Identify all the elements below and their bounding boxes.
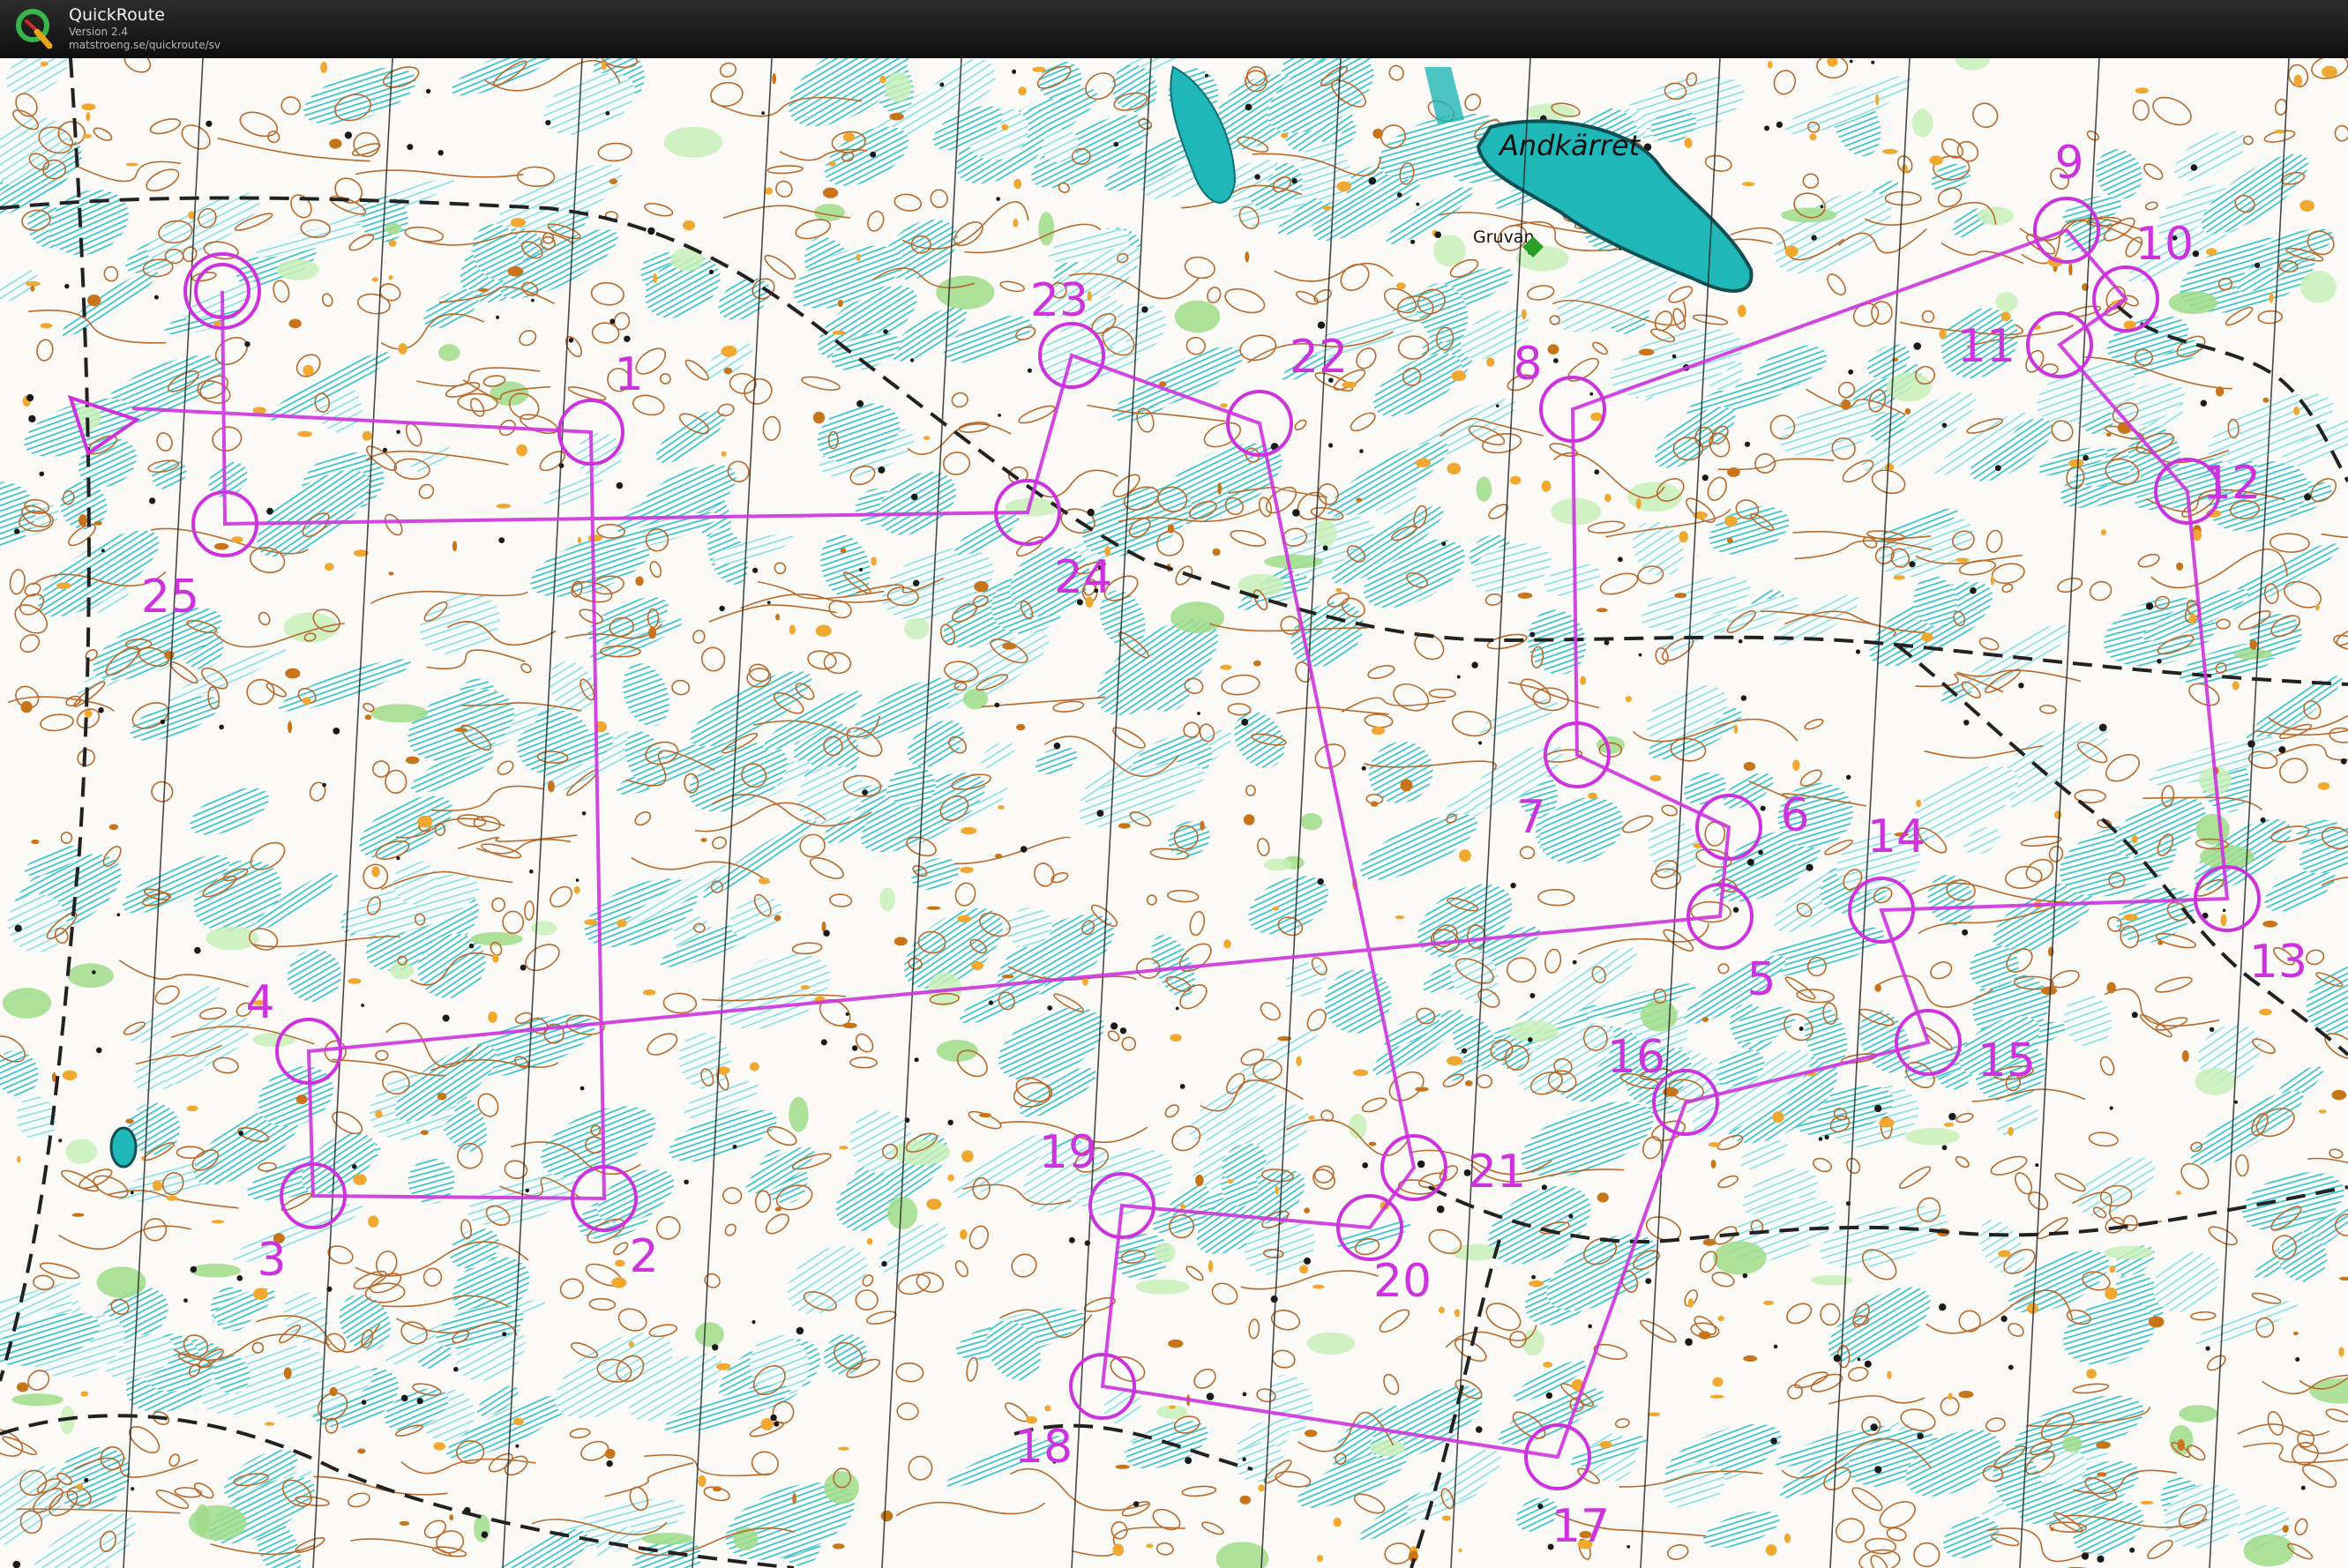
app-version: Version 2.4 bbox=[69, 26, 129, 38]
app-url: matstroeng.se/quickroute/sv bbox=[69, 39, 221, 51]
control-label-16: 16 bbox=[1607, 1031, 1665, 1084]
place-name-lake: Andkärret bbox=[1498, 129, 1641, 162]
control-label-4: 4 bbox=[245, 976, 274, 1029]
control-label-17: 17 bbox=[1552, 1500, 1610, 1553]
control-label-20: 20 bbox=[1373, 1255, 1432, 1308]
control-label-6: 6 bbox=[1780, 789, 1809, 842]
control-label-25: 25 bbox=[141, 571, 199, 623]
app-title: QuickRoute bbox=[69, 5, 165, 25]
orienteering-map[interactable]: 1 2 3 4 5 6 7 8 9 10 11 12 13 14 15 16 17 18 19 20 21 22 23 24 2… bbox=[0, 58, 2348, 1568]
control-label-2: 2 bbox=[629, 1230, 658, 1283]
control-label-21: 21 bbox=[1468, 1146, 1526, 1198]
control-label-22: 22 bbox=[1290, 331, 1348, 384]
control-label-3: 3 bbox=[257, 1234, 286, 1287]
control-label-1: 1 bbox=[614, 348, 643, 401]
control-label-24: 24 bbox=[1054, 551, 1112, 604]
control-label-10: 10 bbox=[2135, 218, 2194, 271]
control-label-7: 7 bbox=[1516, 791, 1545, 844]
control-label-5: 5 bbox=[1746, 953, 1776, 1006]
map-canvas[interactable]: 1234 567891011121314151617181920212223242… bbox=[0, 58, 2348, 1568]
control-label-18: 18 bbox=[1014, 1421, 1073, 1474]
control-label-13: 13 bbox=[2249, 936, 2307, 989]
control-label-19: 19 bbox=[1039, 1126, 1097, 1179]
control-label-12: 12 bbox=[2202, 457, 2261, 510]
quickroute-logo-icon bbox=[16, 9, 53, 49]
control-label-11: 11 bbox=[1957, 320, 2015, 373]
title-bar: QuickRoute Version 2.4 matstroeng.se/qui… bbox=[0, 0, 2348, 59]
control-label-9: 9 bbox=[2054, 137, 2083, 190]
control-label-14: 14 bbox=[1867, 810, 1926, 863]
control-label-23: 23 bbox=[1030, 274, 1088, 327]
control-label-15: 15 bbox=[1978, 1034, 2036, 1087]
control-label-8: 8 bbox=[1513, 338, 1542, 391]
place-name-mine: Gruvan bbox=[1473, 228, 1535, 247]
